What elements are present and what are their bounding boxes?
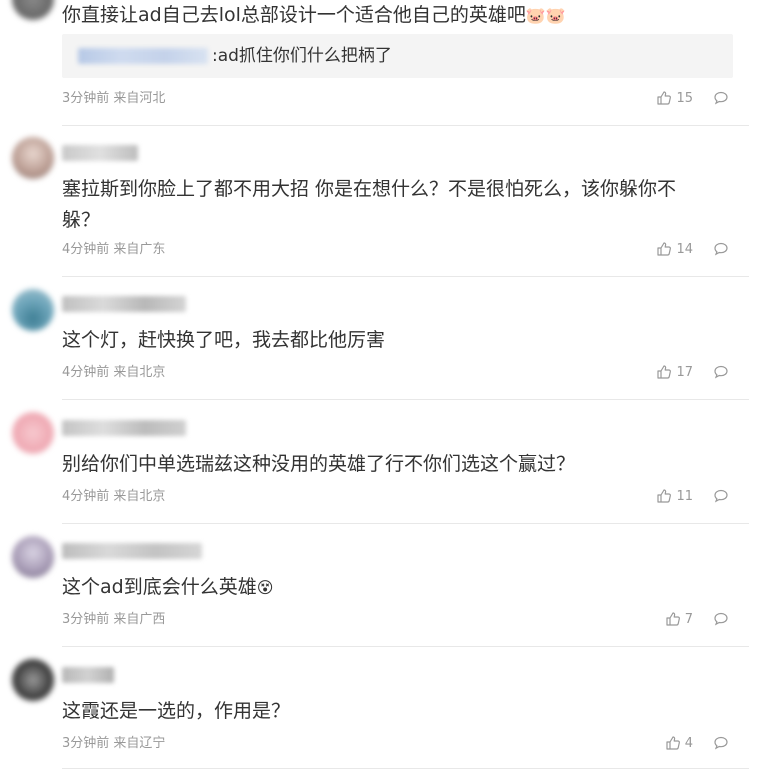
username-blurred[interactable] xyxy=(62,296,186,312)
divider xyxy=(62,399,749,400)
like-button[interactable]: 17 xyxy=(656,364,693,380)
avatar[interactable] xyxy=(12,659,54,701)
comment-meta: 3分钟前 来自辽宁 xyxy=(62,736,166,751)
thumbs-up-icon xyxy=(657,365,672,379)
username-blurred[interactable] xyxy=(62,145,138,161)
avatar[interactable] xyxy=(12,0,54,20)
reply-button[interactable] xyxy=(713,90,729,106)
comment-actions: 11 xyxy=(656,488,729,504)
reply-button[interactable] xyxy=(713,488,729,504)
like-count: 7 xyxy=(684,611,693,627)
pig-emoji: 🐷🐷 xyxy=(525,6,566,25)
thumbs-up-icon xyxy=(657,91,672,105)
comment-meta: 4分钟前 来自北京 xyxy=(62,489,166,504)
comment-meta: 4分钟前 来自广东 xyxy=(62,242,166,257)
comment-actions: 17 xyxy=(656,364,729,380)
reply-button[interactable] xyxy=(713,364,729,380)
comment-bubble-icon xyxy=(714,612,728,626)
quoted-username-blurred xyxy=(78,48,208,64)
comment-actions: 7 xyxy=(665,611,729,627)
like-count: 4 xyxy=(684,735,693,751)
like-button[interactable]: 14 xyxy=(656,241,693,257)
comment-actions: 15 xyxy=(656,90,729,106)
comment-content: 别给你们中单选瑞兹这种没用的英雄了行不你们选这个赢过？ xyxy=(62,453,576,475)
avatar[interactable] xyxy=(12,137,54,179)
divider xyxy=(62,646,749,647)
divider xyxy=(62,523,749,524)
thumbs-up-icon xyxy=(657,489,672,503)
like-count: 15 xyxy=(676,90,693,106)
comment-content: 你直接让ad自己去lol总部设计一个适合他自己的英雄吧🐷🐷 xyxy=(62,4,566,26)
comment-bubble-icon xyxy=(714,91,728,105)
comment-actions: 14 xyxy=(656,241,729,257)
like-count: 14 xyxy=(676,241,693,257)
username-blurred[interactable] xyxy=(62,420,186,436)
thumbs-up-icon xyxy=(666,736,680,750)
reply-button[interactable] xyxy=(713,241,729,257)
quoted-reply[interactable]: :ad抓住你们什么把柄了 xyxy=(62,34,733,78)
comment-meta: 4分钟前 来自北京 xyxy=(62,365,166,380)
username-blurred[interactable] xyxy=(62,543,202,559)
comment-meta: 3分钟前 来自广西 xyxy=(62,612,166,627)
reply-button[interactable] xyxy=(713,735,729,751)
divider xyxy=(62,768,749,769)
comment-content: 这霞还是一选的，作用是？ xyxy=(62,700,291,722)
comment-bubble-icon xyxy=(714,365,728,379)
thumbs-up-icon xyxy=(657,242,672,256)
like-button[interactable]: 4 xyxy=(665,735,693,751)
divider xyxy=(62,276,749,277)
comment-bubble-icon xyxy=(714,242,728,256)
like-button[interactable]: 7 xyxy=(665,611,693,627)
comment-content: 这个ad到底会什么英雄😵 xyxy=(62,576,274,598)
like-button[interactable]: 11 xyxy=(656,488,693,504)
avatar[interactable] xyxy=(12,536,54,578)
comment-bubble-icon xyxy=(714,736,728,750)
dizzy-face-emoji: 😵 xyxy=(256,578,274,597)
thumbs-up-icon xyxy=(666,612,680,626)
comment-bubble-icon xyxy=(714,489,728,503)
avatar[interactable] xyxy=(12,412,54,454)
comment-content: 这个灯，赶快换了吧，我去都比他厉害 xyxy=(62,329,386,351)
comment-actions: 4 xyxy=(665,735,729,751)
reply-button[interactable] xyxy=(713,611,729,627)
avatar[interactable] xyxy=(12,289,54,331)
username-blurred[interactable] xyxy=(62,667,114,683)
comment-meta: 3分钟前 来自河北 xyxy=(62,91,166,106)
like-button[interactable]: 15 xyxy=(656,90,693,106)
like-count: 17 xyxy=(676,364,693,380)
like-count: 11 xyxy=(676,488,693,504)
divider xyxy=(62,125,749,126)
comment-content: 塞拉斯到你脸上了都不用大招 你是在想什么？不是很怕死么，该你躲你不 躲？ xyxy=(62,178,677,231)
